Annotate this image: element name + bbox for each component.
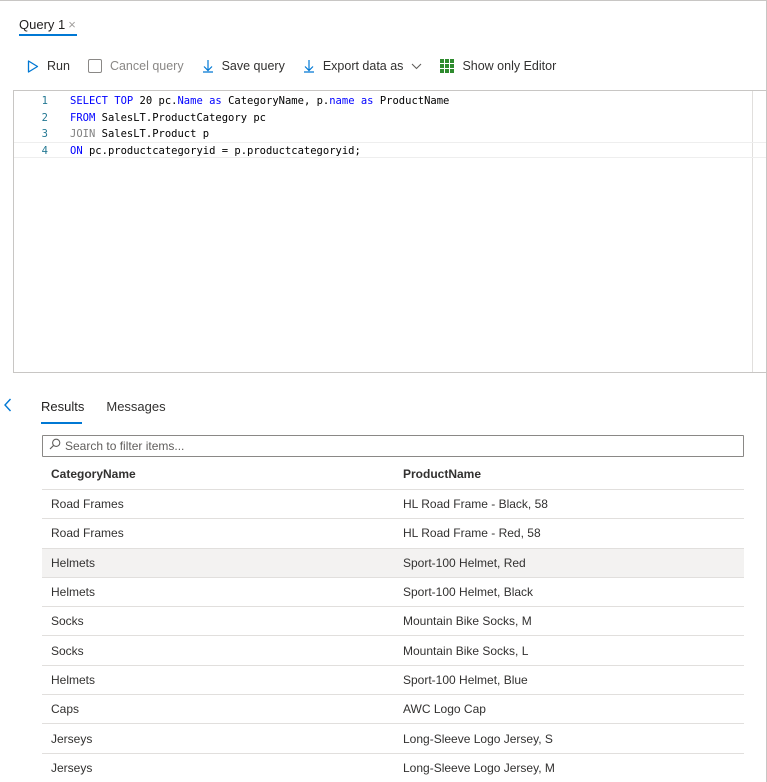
filter-box: [42, 435, 744, 457]
grid-icon: [440, 59, 455, 73]
chevron-left-icon[interactable]: [3, 398, 13, 412]
sql-keyword: SELECT TOP: [70, 95, 140, 107]
table-row[interactable]: Socks Mountain Bike Socks, L: [42, 636, 744, 666]
show-only-editor-label: Show only Editor: [462, 59, 557, 73]
column-header-categoryname[interactable]: CategoryName: [42, 467, 394, 481]
query-editor-window: Query 1 × Run Cancel query Save query Ex…: [0, 0, 767, 782]
sql-keyword: as: [360, 95, 374, 107]
save-query-label: Save query: [221, 59, 285, 73]
cell-productname: Long-Sleeve Logo Jersey, S: [403, 731, 553, 746]
search-icon: [49, 437, 61, 455]
cell-productname: Sport-100 Helmet, Red: [403, 555, 526, 570]
cell-categoryname: Helmets: [51, 585, 96, 600]
cancel-query-button[interactable]: Cancel query: [87, 59, 184, 73]
results-grid: CategoryName ProductName Road Frames HL R…: [42, 459, 744, 782]
active-tab-indicator: [19, 34, 77, 36]
search-input[interactable]: [65, 439, 715, 453]
line-number: 1: [41, 95, 48, 107]
code-line[interactable]: 3 JOIN SalesLT.Product p: [14, 126, 766, 142]
tab-messages[interactable]: Messages: [106, 399, 165, 425]
cell-categoryname: Road Frames: [51, 526, 124, 541]
cell-productname: AWC Logo Cap: [403, 702, 486, 717]
cell-categoryname: Road Frames: [51, 497, 124, 512]
code-line[interactable]: 1 SELECT TOP 20 pc.Name as CategoryName, …: [14, 93, 766, 109]
cancel-query-label: Cancel query: [109, 59, 184, 73]
table-row[interactable]: Helmets Sport-100 Helmet, Red: [42, 548, 744, 578]
tab-strip: Query 1 ×: [0, 1, 767, 39]
download-arrow-icon: [303, 59, 315, 73]
cell-productname: Sport-100 Helmet, Black: [403, 585, 534, 600]
cell-productname: Mountain Bike Socks, M: [403, 614, 532, 629]
cell-categoryname: Socks: [51, 614, 84, 629]
grid-header: CategoryName ProductName: [42, 459, 744, 490]
sql-keyword: FROM: [70, 111, 96, 124]
sql-text: CategoryName, p.: [221, 95, 330, 107]
table-row[interactable]: Road Frames HL Road Frame - Red, 58: [42, 519, 744, 549]
grid-body: Road Frames HL Road Frame - Black, 58 Road…: [42, 490, 744, 782]
code-text: ON pc.productcategoryid = p.productcateg…: [70, 143, 361, 159]
cell-productname: HL Road Frame - Red, 58: [403, 526, 541, 541]
cell-productname: Long-Sleeve Logo Jersey, M: [403, 760, 555, 775]
code-text: FROM SalesLT.ProductCategory pc: [70, 110, 266, 126]
sql-keyword: Name: [177, 95, 203, 107]
table-row[interactable]: Jerseys Long-Sleeve Logo Jersey, M: [42, 754, 744, 782]
sql-text: SalesLT.Product p: [95, 128, 210, 140]
tab-query-1[interactable]: Query 1 ×: [19, 12, 76, 36]
close-tab-icon[interactable]: ×: [68, 18, 76, 31]
cell-categoryname: Socks: [51, 643, 84, 658]
table-row[interactable]: Jerseys Long-Sleeve Logo Jersey, S: [42, 724, 744, 754]
table-row[interactable]: Road Frames HL Road Frame - Black, 58: [42, 490, 744, 520]
play-icon: [27, 59, 39, 73]
cell-productname: HL Road Frame - Black, 58: [403, 497, 548, 512]
table-row[interactable]: Socks Mountain Bike Socks, M: [42, 607, 744, 637]
sql-keyword: name: [329, 95, 355, 107]
code-text: SELECT TOP 20 pc.Name as CategoryName, p…: [70, 93, 449, 109]
run-button[interactable]: Run: [27, 59, 70, 73]
code-text: JOIN SalesLT.Product p: [70, 126, 209, 142]
line-number: 3: [41, 128, 48, 140]
cell-categoryname: Helmets: [51, 672, 96, 687]
sql-keyword: ON: [70, 145, 83, 157]
export-data-label: Export data as: [322, 59, 404, 73]
tab-label: Query 1: [19, 16, 66, 32]
table-row[interactable]: Helmets Sport-100 Helmet, Black: [42, 578, 744, 608]
show-only-editor-button[interactable]: Show only Editor: [440, 59, 556, 73]
sql-code-editor[interactable]: 1 SELECT TOP 20 pc.Name as CategoryName, …: [13, 90, 766, 373]
sql-text: 20 pc.: [139, 95, 178, 107]
line-number: 2: [41, 111, 48, 124]
sql-keyword: as: [209, 95, 222, 107]
active-results-tab-indicator: [41, 422, 82, 424]
sql-keyword: JOIN: [70, 128, 96, 140]
line-number: 4: [41, 145, 48, 157]
table-row[interactable]: Caps AWC Logo Cap: [42, 695, 744, 725]
export-data-dropdown[interactable]: Export data as: [303, 59, 423, 73]
toolbar: Run Cancel query Save query Export data …: [27, 55, 574, 77]
download-arrow-icon: [202, 59, 214, 73]
sql-text: SalesLT.ProductCategory pc: [95, 111, 266, 124]
column-header-productname[interactable]: ProductName: [394, 467, 744, 481]
table-row[interactable]: Helmets Sport-100 Helmet, Blue: [42, 666, 744, 696]
sql-text: pc.productcategoryid = p.productcategory…: [82, 145, 361, 157]
cell-categoryname: Helmets: [51, 555, 96, 570]
run-label: Run: [47, 59, 70, 73]
cell-productname: Mountain Bike Socks, L: [403, 643, 529, 658]
cell-productname: Sport-100 Helmet, Blue: [403, 672, 528, 687]
chevron-down-icon: [411, 63, 422, 70]
cell-categoryname: Jerseys: [51, 731, 93, 746]
cell-categoryname: Caps: [51, 702, 80, 717]
cell-categoryname: Jerseys: [51, 760, 93, 775]
checkbox-icon: [87, 59, 102, 73]
code-line[interactable]: 2 FROM SalesLT.ProductCategory pc: [14, 110, 766, 126]
save-query-button[interactable]: Save query: [202, 59, 285, 73]
code-line[interactable]: 4 ON pc.productcategoryid = p.productcate…: [14, 142, 766, 158]
sql-text: ProductName: [373, 95, 450, 107]
